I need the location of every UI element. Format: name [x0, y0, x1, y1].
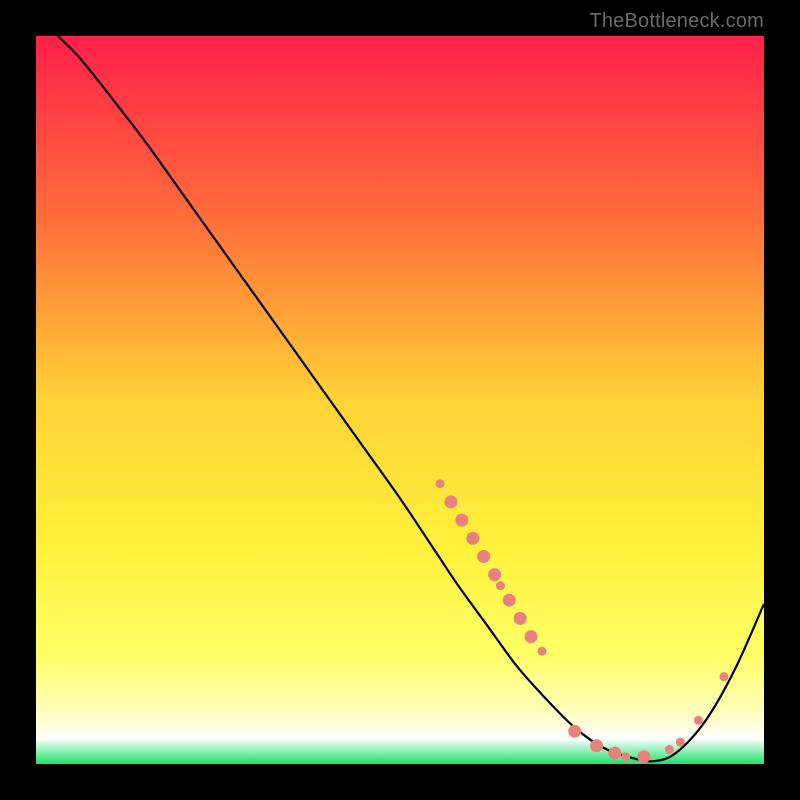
marker-point: [608, 747, 621, 760]
marker-point: [665, 745, 674, 754]
bottleneck-chart: [36, 36, 764, 764]
marker-point: [694, 716, 703, 725]
marker-point: [568, 725, 581, 738]
marker-point: [621, 752, 630, 761]
marker-point: [637, 750, 650, 763]
marker-point: [466, 532, 479, 545]
marker-point: [537, 647, 546, 656]
attribution-text: TheBottleneck.com: [589, 10, 764, 33]
marker-point: [503, 594, 516, 607]
marker-point: [719, 672, 728, 681]
marker-point: [496, 581, 505, 590]
marker-point: [444, 495, 457, 508]
marker-point: [455, 514, 468, 527]
marker-point: [676, 738, 685, 747]
marker-point: [488, 568, 501, 581]
chart-background: [36, 36, 764, 764]
chart-frame: [36, 36, 764, 764]
marker-point: [590, 739, 603, 752]
marker-point: [525, 630, 538, 643]
marker-point: [514, 612, 527, 625]
marker-point: [436, 479, 445, 488]
marker-point: [477, 550, 490, 563]
